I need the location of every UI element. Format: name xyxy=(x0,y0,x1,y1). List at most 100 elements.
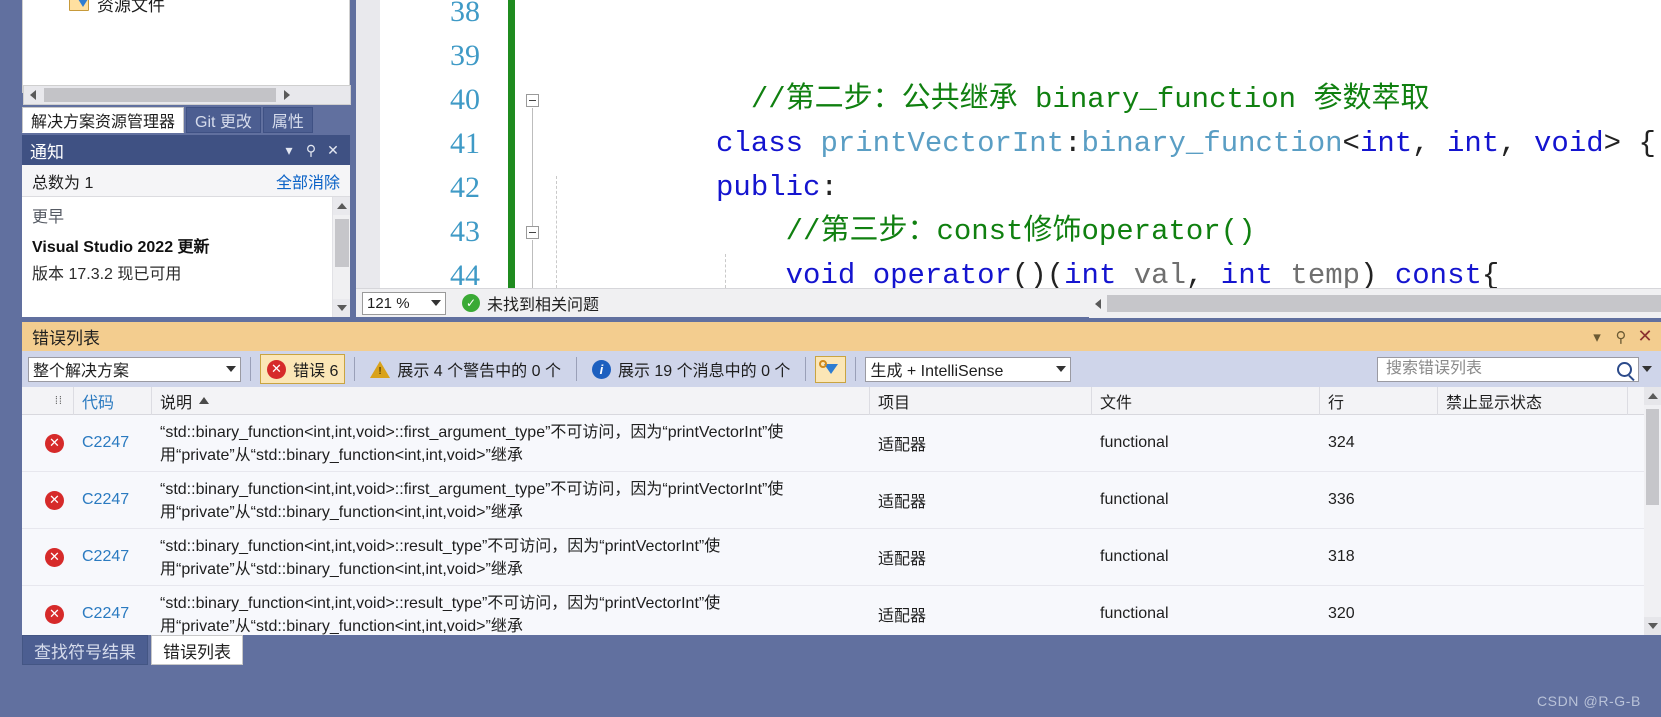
scrollbar-thumb[interactable] xyxy=(335,219,349,267)
solution-tree-item-resource-files[interactable]: 资源文件 xyxy=(69,0,165,16)
column-header-description[interactable]: 说明 xyxy=(152,387,870,415)
code-line-44: //cout << val + temp << " "; xyxy=(542,254,1343,288)
table-row[interactable]: ✕ C2247 “std::binary_function<int,int,vo… xyxy=(22,415,1661,472)
line-number: 39 xyxy=(450,39,480,72)
tab-properties[interactable]: 属性 xyxy=(262,107,313,133)
scroll-down-icon[interactable] xyxy=(1644,617,1661,635)
toolbar-separator xyxy=(805,357,807,381)
notifications-vertical-scrollbar[interactable] xyxy=(332,197,350,317)
error-list-toolbar: 整个解决方案 ✕ 错误 6 展示 4 个警告中的 0 个 i 展示 19 个消息… xyxy=(22,351,1661,387)
column-label: 代码 xyxy=(82,394,115,412)
scroll-right-icon[interactable] xyxy=(278,86,296,104)
chevron-down-icon[interactable] xyxy=(226,366,236,372)
line-number: 43 xyxy=(450,215,480,248)
row-line: 320 xyxy=(1328,605,1355,622)
code-segment: binary_function xyxy=(1081,127,1343,160)
line-number-gutter: 38 39 40 41 42 43 44 xyxy=(380,0,494,288)
zoom-level-combo[interactable]: 121 % xyxy=(362,291,446,315)
code-line-41: public: xyxy=(542,122,838,204)
code-text-area[interactable]: //第二步：公共继承 binary_function 参数萃取 class pr… xyxy=(542,0,1661,288)
table-row[interactable]: ✕ C2247 “std::binary_function<int,int,vo… xyxy=(22,529,1661,586)
chevron-down-icon[interactable] xyxy=(431,300,441,306)
scrollbar-thumb[interactable] xyxy=(1107,295,1661,312)
row-project: 适配器 xyxy=(878,551,927,568)
tab-git-changes[interactable]: Git 更改 xyxy=(186,107,261,133)
scroll-up-icon[interactable] xyxy=(333,197,350,215)
error-list-table: ⁞⁞ 代码 说明 项目 文件 行 禁止显示状态 ✕ C2247 “std::bi… xyxy=(22,387,1661,635)
code-segment: ) xyxy=(1360,259,1395,288)
chevron-down-icon[interactable]: ▾ xyxy=(278,139,300,161)
code-line-39: //第二步：公共继承 binary_function 参数萃取 xyxy=(542,34,1430,116)
column-header-code[interactable]: 代码 xyxy=(74,387,152,415)
line-number: 38 xyxy=(450,0,480,28)
notification-item-subtitle: 版本 17.3.2 现已可用 xyxy=(32,266,182,283)
error-list-vertical-scrollbar[interactable] xyxy=(1644,387,1661,635)
tab-label: 解决方案资源管理器 xyxy=(31,114,176,131)
row-suppression xyxy=(1438,529,1628,585)
row-code[interactable]: C2247 xyxy=(74,586,152,635)
solution-dock-tabs: 解决方案资源管理器 Git 更改 属性 xyxy=(22,107,350,133)
scope-filter-combo[interactable]: 整个解决方案 xyxy=(28,356,241,382)
column-header-project[interactable]: 项目 xyxy=(870,387,1092,415)
code-editor[interactable]: 38 39 40 41 42 43 44 //第二步：公共继承 binary_f… xyxy=(356,0,1661,288)
close-icon[interactable]: ✕ xyxy=(322,139,344,161)
row-severity-icon: ✕ xyxy=(22,529,74,585)
code-segment: < xyxy=(1342,127,1360,160)
errors-filter-button[interactable]: ✕ 错误 6 xyxy=(260,354,346,384)
messages-filter-button[interactable]: i 展示 19 个消息中的 0 个 xyxy=(586,355,796,383)
scroll-up-icon[interactable] xyxy=(1644,387,1661,405)
code-segment: : xyxy=(1064,127,1082,160)
scroll-left-icon[interactable] xyxy=(1089,298,1107,309)
warnings-filter-button[interactable]: 展示 4 个警告中的 0 个 xyxy=(364,355,567,383)
row-file: functional xyxy=(1100,605,1169,622)
build-source-combo[interactable]: 生成 + IntelliSense xyxy=(865,356,1072,382)
column-header-suppression-state[interactable]: 禁止显示状态 xyxy=(1438,387,1628,415)
search-icon[interactable] xyxy=(1617,361,1632,377)
search-input[interactable] xyxy=(1384,359,1617,379)
issue-status[interactable]: ✓ 未找到相关问题 xyxy=(462,291,599,315)
editor-horizontal-scrollbar[interactable] xyxy=(1089,289,1661,318)
notifications-window: 通知 ▾ ⚲ ✕ 总数为 1 全部消除 更早 Visual Studio 202… xyxy=(22,135,350,317)
table-row[interactable]: ✕ C2247 “std::binary_function<int,int,vo… xyxy=(22,472,1661,529)
notification-item-title[interactable]: Visual Studio 2022 更新 xyxy=(32,233,340,257)
line-number: 42 xyxy=(450,171,480,204)
table-row[interactable]: ✕ C2247 “std::binary_function<int,int,vo… xyxy=(22,586,1661,635)
code-segment: { xyxy=(1481,259,1500,288)
row-code[interactable]: C2247 xyxy=(74,472,152,528)
column-header-pin[interactable]: ⁞⁞ xyxy=(22,387,74,415)
clear-all-link[interactable]: 全部消除 xyxy=(276,169,340,193)
error-icon: ✕ xyxy=(267,359,286,379)
code-segment: int xyxy=(1446,127,1500,160)
column-label: 禁止显示状态 xyxy=(1446,394,1543,412)
notifications-subbar: 总数为 1 全部消除 xyxy=(22,165,350,197)
collapse-class-icon[interactable] xyxy=(526,94,539,107)
row-severity-icon: ✕ xyxy=(22,415,74,471)
solution-explorer-horizontal-scrollbar[interactable] xyxy=(23,85,351,105)
chevron-down-icon[interactable]: ▾ xyxy=(1585,325,1609,349)
scrollbar-thumb[interactable] xyxy=(1646,409,1659,505)
tab-solution-explorer[interactable]: 解决方案资源管理器 xyxy=(22,107,185,133)
tab-label: 属性 xyxy=(271,114,304,131)
scroll-left-icon[interactable] xyxy=(24,86,42,104)
column-header-line[interactable]: 行 xyxy=(1320,387,1438,415)
tab-label: 错误列表 xyxy=(163,642,231,662)
pin-icon[interactable]: ⚲ xyxy=(300,139,322,161)
pin-icon[interactable]: ⚲ xyxy=(1609,325,1633,349)
search-options-button[interactable] xyxy=(1639,357,1655,382)
toolbar-separator xyxy=(575,357,577,381)
watermark: CSDN @R-G-B xyxy=(1536,693,1641,709)
row-code[interactable]: C2247 xyxy=(74,529,152,585)
error-list-title: 错误列表 xyxy=(32,329,100,348)
close-icon[interactable]: ✕ xyxy=(1633,325,1657,349)
scrollbar-thumb[interactable] xyxy=(44,88,276,102)
scroll-down-icon[interactable] xyxy=(333,299,350,317)
row-code[interactable]: C2247 xyxy=(74,415,152,471)
chevron-down-icon[interactable] xyxy=(1056,366,1067,372)
tab-find-symbol-results[interactable]: 查找符号结果 xyxy=(22,635,148,665)
column-header-file[interactable]: 文件 xyxy=(1092,387,1320,415)
filter-toggle-button[interactable] xyxy=(815,355,847,383)
issue-status-label: 未找到相关问题 xyxy=(487,297,600,314)
collapse-method-icon[interactable] xyxy=(526,226,539,239)
tab-error-list[interactable]: 错误列表 xyxy=(151,635,243,665)
error-list-search-box[interactable] xyxy=(1377,356,1639,382)
